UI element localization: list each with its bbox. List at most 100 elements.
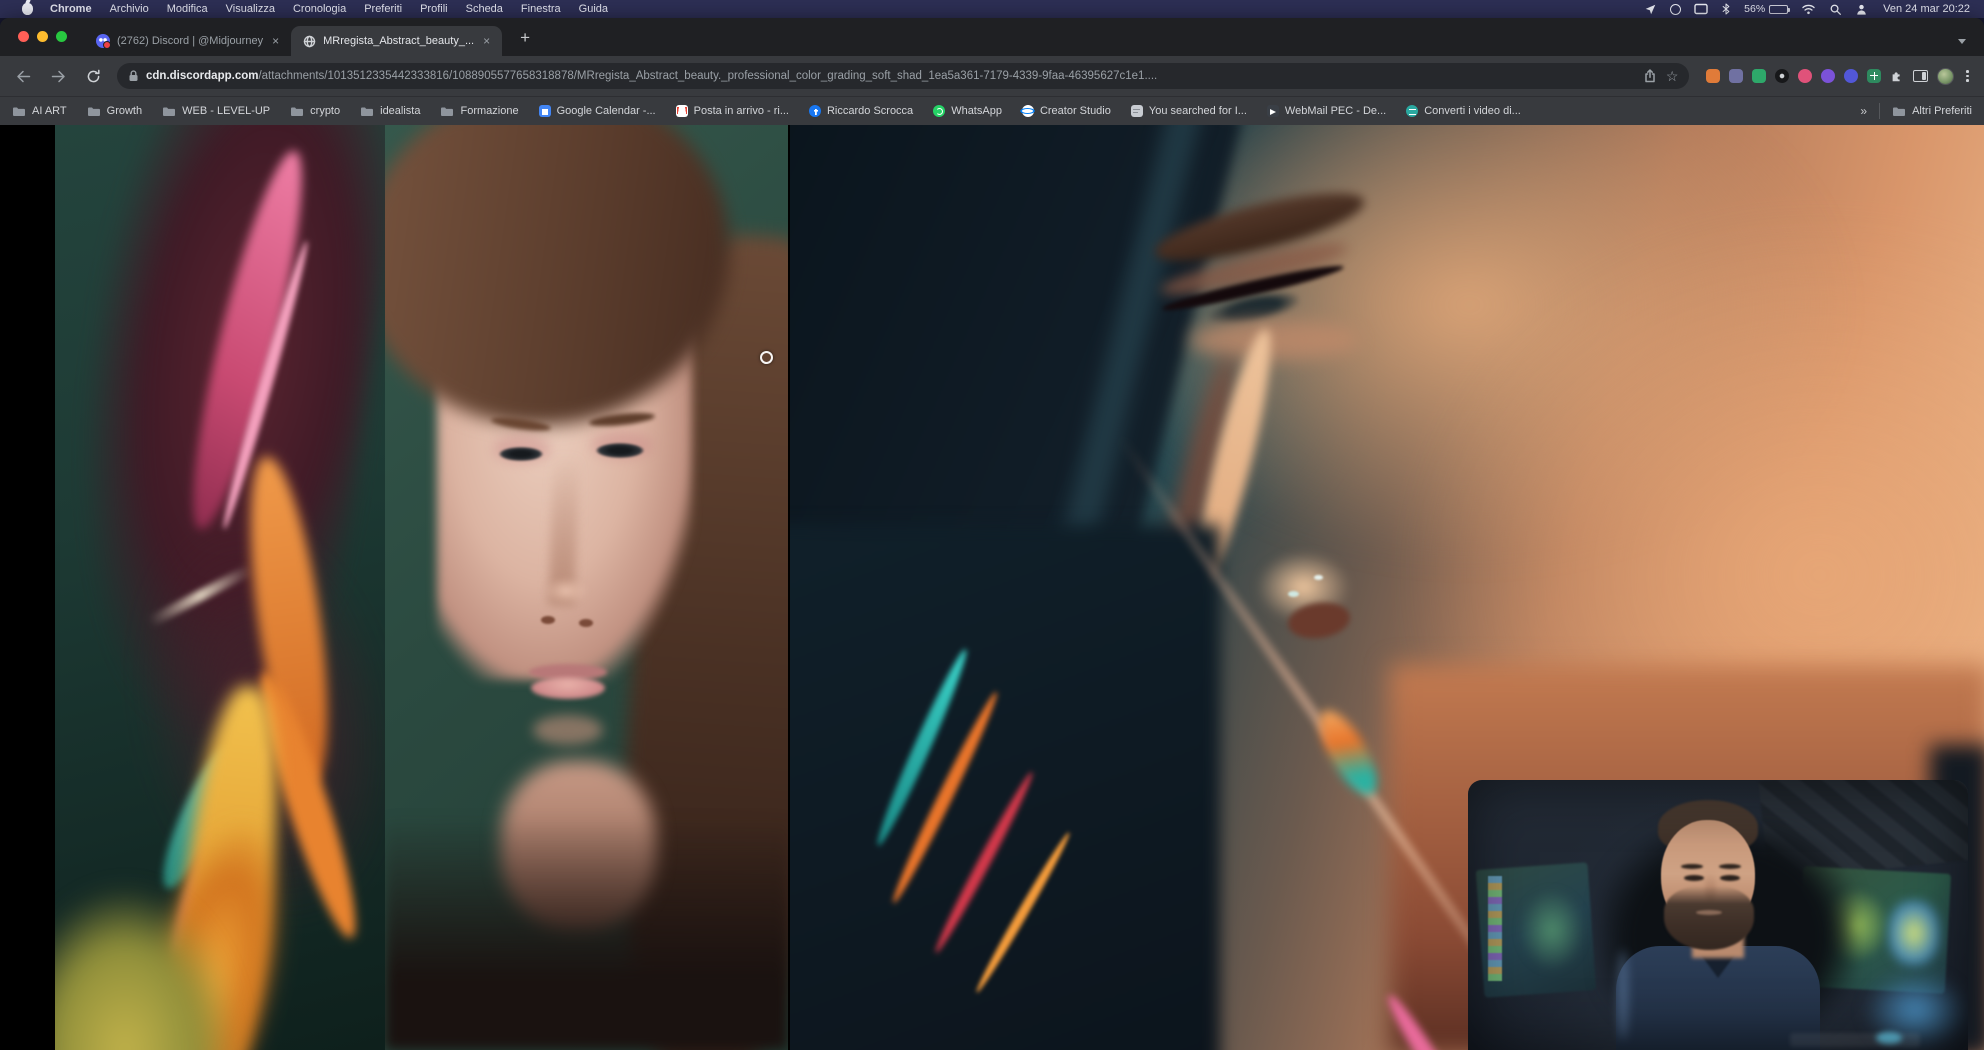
bookmark-label: Riccardo Scrocca <box>827 105 913 117</box>
tab-search-chevron-icon[interactable] <box>1958 39 1966 44</box>
menu-finestra[interactable]: Finestra <box>512 3 570 15</box>
folder-icon <box>12 105 26 117</box>
extension-icon-6[interactable] <box>1821 69 1835 83</box>
portrait-eye-right <box>596 443 644 458</box>
chrome-menu-kebab-icon[interactable] <box>1963 70 1972 82</box>
menu-cronologia[interactable]: Cronologia <box>284 3 355 15</box>
bookmark-label: Formazione <box>460 105 518 117</box>
extension-icon-1[interactable] <box>1706 69 1720 83</box>
puzzle-extensions-icon[interactable] <box>1890 69 1904 83</box>
closeup-glint-1 <box>1288 591 1299 597</box>
other-bookmarks-folder[interactable]: Altri Preferiti <box>1892 105 1972 117</box>
location-arrow-icon[interactable] <box>1644 3 1657 16</box>
user-switch-icon[interactable] <box>1855 3 1868 16</box>
side-panel-icon[interactable] <box>1913 70 1928 82</box>
battery-indicator[interactable]: 56% <box>1744 3 1788 15</box>
bookmark-whatsapp[interactable]: WhatsApp <box>933 105 1002 117</box>
tab-title: (2762) Discord | @Midjourney <box>117 35 263 47</box>
tab-image-active[interactable]: MRregista_Abstract_beauty_... × <box>291 26 502 56</box>
bookmark-facebook-profile[interactable]: Riccardo Scrocca <box>809 105 913 117</box>
bookmark-google-calendar[interactable]: Google Calendar -... <box>539 105 656 117</box>
tab-close-icon[interactable]: × <box>481 34 492 48</box>
extension-icon-3[interactable] <box>1752 69 1766 83</box>
portrait-bottom-shadow <box>385 815 788 1050</box>
bookmark-label: WebMail PEC - De... <box>1285 105 1386 117</box>
forward-button[interactable] <box>47 65 69 87</box>
menu-modifica[interactable]: Modifica <box>158 3 217 15</box>
gmail-icon <box>676 105 688 117</box>
reload-button[interactable] <box>82 65 104 87</box>
bookmark-star-icon[interactable]: ☆ <box>1666 69 1679 83</box>
bookmark-web-level-up[interactable]: WEB - LEVEL-UP <box>162 105 270 117</box>
portrait-nostril-right <box>579 619 593 627</box>
bookmark-idealista[interactable]: idealista <box>360 105 420 117</box>
bookmark-converti-video[interactable]: Converti i video di... <box>1406 105 1521 117</box>
folder-icon <box>290 105 304 117</box>
webmail-icon <box>1267 105 1279 117</box>
wifi-icon[interactable] <box>1801 3 1816 15</box>
menu-guida[interactable]: Guida <box>570 3 617 15</box>
menu-archivio[interactable]: Archivio <box>101 3 158 15</box>
minimize-window-button[interactable] <box>37 31 48 42</box>
menu-profili[interactable]: Profili <box>411 3 457 15</box>
facebook-icon <box>809 105 821 117</box>
closeup-undereye <box>1190 320 1360 360</box>
tab-title: MRregista_Abstract_beauty_... <box>323 35 474 47</box>
menu-scheda[interactable]: Scheda <box>457 3 512 15</box>
chrome-window: (2762) Discord | @Midjourney × MRregista… <box>0 18 1984 1050</box>
bookmark-formazione[interactable]: Formazione <box>440 105 518 117</box>
address-bar[interactable]: cdn.discordapp.com/attachments/101351233… <box>117 63 1689 89</box>
window-controls <box>18 31 67 42</box>
bookmark-label: WEB - LEVEL-UP <box>182 105 270 117</box>
extensions-row <box>1702 68 1972 85</box>
tab-close-icon[interactable]: × <box>270 34 281 48</box>
bookmark-growth[interactable]: Growth <box>87 105 142 117</box>
bookmark-creator-studio[interactable]: Creator Studio <box>1022 105 1111 117</box>
fullscreen-window-button[interactable] <box>56 31 67 42</box>
bookmark-webmail-pec[interactable]: WebMail PEC - De... <box>1267 105 1386 117</box>
extension-icon-grid[interactable] <box>1867 69 1881 83</box>
menubar-clock[interactable]: Ven 24 mar 20:22 <box>1881 3 1970 15</box>
globe-favicon <box>303 35 316 48</box>
video-converter-icon <box>1406 105 1418 117</box>
recording-circle-icon[interactable] <box>1670 4 1681 15</box>
menubar-status-area: 56% Ven 24 mar 20:22 <box>1644 2 1970 16</box>
bookmark-ai-art[interactable]: AI ART <box>12 105 67 117</box>
close-window-button[interactable] <box>18 31 29 42</box>
bookmark-gmail-inbox[interactable]: Posta in arrivo - ri... <box>676 105 789 117</box>
extension-icon-4[interactable] <box>1775 69 1789 83</box>
main-image-viewport[interactable] <box>0 125 1984 1050</box>
tab-discord[interactable]: (2762) Discord | @Midjourney × <box>84 26 291 56</box>
apple-menu-icon[interactable] <box>22 3 33 15</box>
new-tab-button[interactable]: + <box>512 25 538 51</box>
closeup-dark-bottom-left <box>790 525 1220 1050</box>
back-button[interactable] <box>12 65 34 87</box>
menu-chrome[interactable]: Chrome <box>41 3 101 15</box>
closeup-glint-2 <box>1314 575 1323 580</box>
extension-icon-2[interactable] <box>1729 69 1743 83</box>
display-icon[interactable] <box>1694 3 1708 15</box>
extension-icon-5[interactable] <box>1798 69 1812 83</box>
menu-visualizza[interactable]: Visualizza <box>217 3 284 15</box>
bookmark-crypto[interactable]: crypto <box>290 105 340 117</box>
bookmarks-overflow-chevron[interactable]: » <box>1860 104 1867 118</box>
bookmark-you-searched[interactable]: You searched for I... <box>1131 105 1247 117</box>
share-icon[interactable] <box>1644 69 1656 83</box>
bookmark-label: idealista <box>380 105 420 117</box>
bookmark-label: Converti i video di... <box>1424 105 1521 117</box>
abstract-green-blob <box>55 885 240 1050</box>
folder-icon <box>440 105 454 117</box>
bookmark-label: Posta in arrivo - ri... <box>694 105 789 117</box>
menu-preferiti[interactable]: Preferiti <box>355 3 411 15</box>
bookmark-label: Google Calendar -... <box>557 105 656 117</box>
bluetooth-icon[interactable] <box>1721 2 1731 16</box>
portrait-chin-shadow <box>533 715 603 745</box>
spotlight-search-icon[interactable] <box>1829 3 1842 16</box>
extension-icon-7[interactable] <box>1844 69 1858 83</box>
folder-icon <box>87 105 101 117</box>
bookmark-label: WhatsApp <box>951 105 1002 117</box>
battery-percent-label: 56% <box>1744 3 1765 15</box>
omnibox-actions: ☆ <box>1644 69 1679 83</box>
bookmarks-divider <box>1879 103 1880 119</box>
profile-avatar[interactable] <box>1937 68 1954 85</box>
